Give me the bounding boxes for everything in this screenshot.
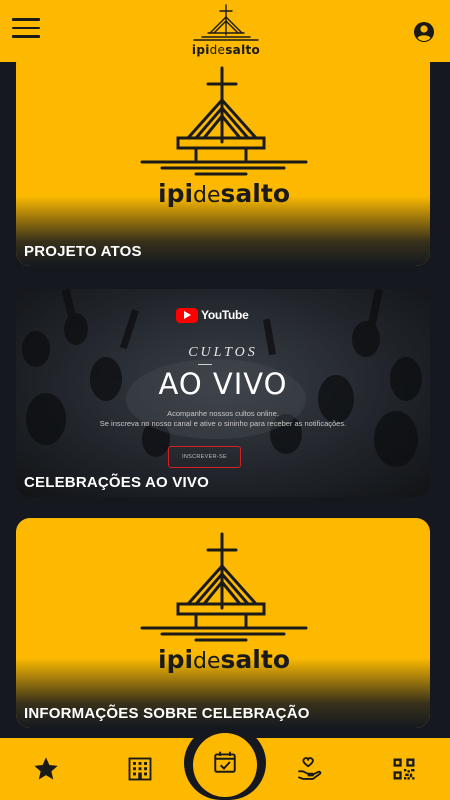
card-projeto-atos[interactable]: ipidesalto PROJETO ATOS — [16, 62, 430, 266]
qr-code-icon[interactable] — [390, 755, 418, 783]
card-informacoes-sobre-celebracao[interactable]: ipidesalto INFORMAÇÕES SOBRE CELEBRAÇÃO — [16, 518, 430, 728]
calendar-check-icon — [214, 751, 236, 773]
banner-cultos-text: CULTOS — [188, 345, 258, 360]
banner-line-2: Se inscreva no nosso canal e ative o sin… — [99, 419, 347, 428]
bottom-navigation-bar — [0, 726, 450, 800]
calendar-button[interactable] — [193, 733, 257, 797]
app-logo: ipidesalto — [190, 3, 262, 59]
youtube-play-icon — [176, 307, 198, 323]
card-celebracoes-ao-vivo[interactable]: YouTube CULTOS AO VIVO Acompanhe nossos … — [16, 289, 430, 497]
cross-bridge-icon — [140, 66, 308, 176]
card-title: INFORMAÇÕES SOBRE CELEBRAÇÃO — [24, 705, 310, 722]
hamburger-menu-icon[interactable] — [12, 18, 40, 44]
app-logo-text: ipidesalto — [191, 43, 261, 57]
top-app-bar: ipidesalto — [0, 0, 450, 62]
heart-hand-icon[interactable] — [296, 755, 324, 783]
subscribe-button[interactable]: INSCREVER-SE — [168, 446, 241, 468]
card-logo: ipidesalto — [134, 64, 314, 214]
cross-bridge-icon — [140, 532, 308, 642]
youtube-logo: YouTube — [176, 307, 249, 323]
banner-headline: AO VIVO — [158, 367, 288, 401]
card-title: PROJETO ATOS — [24, 243, 142, 260]
divider — [198, 364, 212, 365]
account-circle-icon[interactable] — [412, 20, 436, 44]
banner-line-1: Acompanhe nossos cultos online. — [167, 409, 279, 418]
building-icon[interactable] — [126, 755, 154, 783]
star-icon[interactable] — [32, 755, 60, 783]
cross-bridge-icon — [193, 4, 259, 41]
content-feed[interactable]: ipidesalto PROJETO ATOS YouTub — [0, 62, 450, 740]
card-title: CELEBRAÇÕES AO VIVO — [24, 474, 209, 491]
